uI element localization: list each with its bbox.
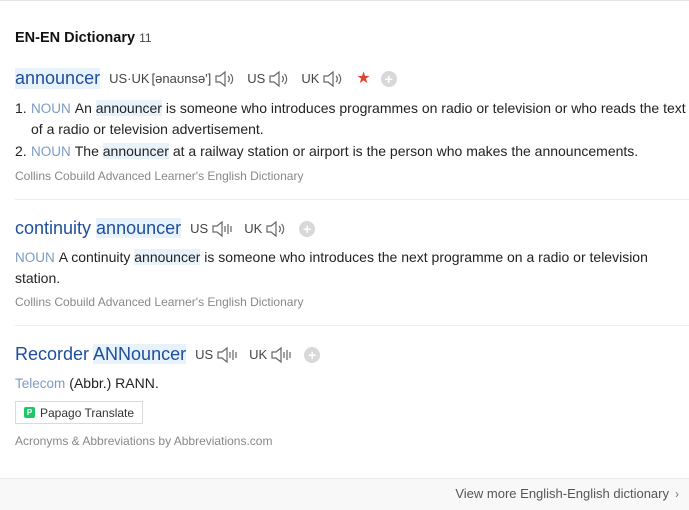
papago-translate-button[interactable]: P Papago Translate — [15, 401, 143, 424]
def-highlight: announcer — [102, 143, 169, 159]
chevron-right-icon: › — [675, 486, 679, 501]
divider — [15, 325, 689, 326]
footer: View more English-English dictionary › — [0, 478, 689, 510]
definition-1: 1. NOUN An announcer is someone who intro… — [15, 98, 689, 139]
pronunciation: US UK — [181, 219, 289, 239]
view-more-label: View more English-English dictionary — [455, 486, 669, 501]
pronunciation: US·UK [ənaʊnsə'] US UK — [100, 69, 346, 89]
papago-icon: P — [24, 407, 35, 418]
pron-uk-label: UK — [249, 347, 268, 362]
pron-uk-label: UK — [244, 221, 263, 236]
speaker-bars-icon[interactable] — [216, 345, 240, 365]
source-citation: Collins Cobuild Advanced Learner's Engli… — [15, 169, 304, 183]
definition-2: 2. NOUN The announcer at a railway statio… — [15, 141, 689, 162]
entry-recorder-announcer-header: Recorder ANNouncer US UK + — [15, 344, 321, 365]
def-highlight: announcer — [134, 249, 201, 265]
def-text-pre: A continuity — [58, 249, 135, 265]
pron-us-uk-label: US·UK — [109, 71, 150, 86]
pron-us-label: US — [247, 71, 266, 86]
pron-us-label: US — [195, 347, 214, 362]
definition-number: 1. — [15, 100, 27, 116]
speaker-bars-icon[interactable] — [211, 219, 235, 239]
section-title: EN-EN Dictionary 11 — [15, 30, 152, 46]
star-icon[interactable]: ★ — [356, 70, 370, 87]
result-count: 11 — [139, 31, 152, 45]
part-of-speech: NOUN — [31, 144, 71, 159]
headword-continuity-announcer[interactable]: continuity announcer — [15, 218, 182, 239]
ipa-text: [ənaʊnsə'] — [151, 71, 212, 86]
speaker-bars-icon[interactable] — [270, 345, 294, 365]
definition-number: 2. — [15, 143, 27, 159]
pron-us-label: US — [190, 221, 209, 236]
view-more-link[interactable]: View more English-English dictionary › — [455, 486, 679, 501]
source-citation: Acronyms & Abbreviations by Abbreviation… — [15, 434, 273, 448]
headword-announcer[interactable]: announcer — [15, 68, 101, 89]
pron-uk-label: UK — [301, 71, 320, 86]
definition: NOUN A continuity announcer is someone wh… — [15, 247, 655, 288]
divider — [15, 199, 689, 200]
add-icon[interactable]: + — [380, 70, 397, 87]
def-text-pre: An — [74, 100, 96, 116]
papago-label: Papago Translate — [40, 405, 135, 420]
headword-part1: Recorder — [15, 344, 90, 364]
add-icon[interactable]: + — [299, 220, 316, 237]
headword-plain: continuity — [15, 218, 97, 238]
domain-label: Telecom — [15, 376, 66, 391]
headword-highlight: announcer — [96, 218, 182, 238]
entry-announcer-header: announcer US·UK [ənaʊnsə'] US UK ★ + — [15, 68, 397, 89]
definition: Telecom (Abbr.) RANN. — [15, 373, 689, 394]
section-title-text: EN-EN Dictionary — [15, 30, 136, 46]
def-highlight: announcer — [95, 100, 162, 116]
headword-highlight: ANNouncer — [93, 344, 187, 364]
speaker-icon[interactable] — [322, 69, 346, 89]
top-border — [0, 0, 689, 1]
speaker-icon[interactable] — [268, 69, 292, 89]
def-text-post: at a railway station or airport is the p… — [168, 143, 639, 159]
pronunciation: US UK — [186, 345, 294, 365]
part-of-speech: NOUN — [31, 101, 71, 116]
def-text: (Abbr.) RANN. — [69, 375, 159, 391]
part-of-speech: NOUN — [15, 250, 55, 265]
add-icon[interactable]: + — [304, 346, 321, 363]
speaker-icon[interactable] — [214, 69, 238, 89]
speaker-icon[interactable] — [265, 219, 289, 239]
headword-recorder-announcer[interactable]: Recorder ANNouncer — [15, 344, 187, 365]
source-citation: Collins Cobuild Advanced Learner's Engli… — [15, 295, 304, 309]
entry-continuity-announcer-header: continuity announcer US UK + — [15, 218, 316, 239]
def-text-pre: The — [74, 143, 103, 159]
